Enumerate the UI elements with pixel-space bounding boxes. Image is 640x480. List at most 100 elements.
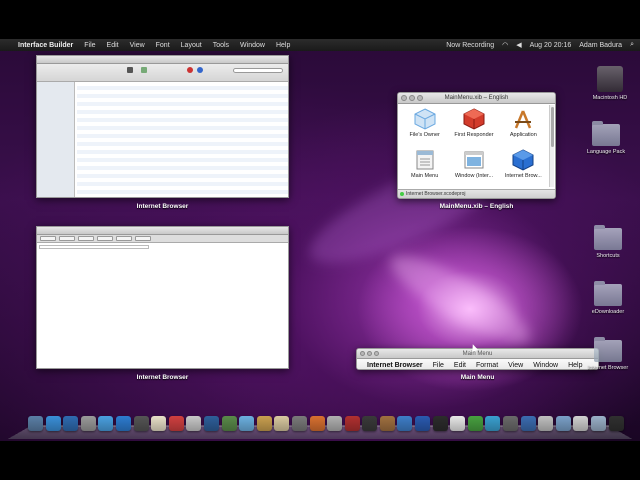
menu-item-app[interactable]: Internet Browser bbox=[367, 362, 423, 369]
folder-icon bbox=[592, 121, 620, 146]
menu-item-format[interactable]: Format bbox=[476, 362, 498, 369]
window-titlebar[interactable] bbox=[37, 227, 288, 235]
xib-object-first-responder[interactable]: First Responder bbox=[449, 105, 498, 146]
recording-status[interactable]: Now Recording bbox=[446, 42, 494, 49]
dock-app-icon[interactable] bbox=[256, 416, 272, 431]
menu-tools[interactable]: Tools bbox=[213, 42, 229, 49]
minimize-button[interactable] bbox=[409, 95, 415, 101]
file-list[interactable] bbox=[77, 82, 288, 197]
close-button[interactable] bbox=[401, 95, 407, 101]
xib-titlebar[interactable]: MainMenu.xib – English bbox=[398, 93, 555, 104]
zoom-button[interactable] bbox=[417, 95, 423, 101]
dock-app-icon[interactable] bbox=[151, 416, 167, 431]
desktop-icon-macintosh-hd[interactable]: Macintosh HD bbox=[584, 66, 636, 101]
groups-sidebar[interactable] bbox=[37, 82, 75, 197]
user-menu[interactable]: Adam Badura bbox=[579, 42, 622, 49]
dock-app-icon[interactable] bbox=[274, 416, 290, 431]
dock-app-icon[interactable] bbox=[379, 416, 395, 431]
menu-item-file[interactable]: File bbox=[433, 362, 444, 369]
menu-item-edit[interactable]: Edit bbox=[454, 362, 466, 369]
dock-app-icon[interactable] bbox=[362, 416, 378, 431]
menu-item-help[interactable]: Help bbox=[568, 362, 582, 369]
toolbar-button[interactable] bbox=[116, 236, 132, 241]
desktop-icon-language-pack[interactable]: Language Pack bbox=[580, 121, 632, 155]
xib-object-main-menu[interactable]: Main Menu bbox=[400, 146, 449, 187]
close-button[interactable] bbox=[360, 351, 365, 356]
dock-app-icon[interactable] bbox=[485, 416, 501, 431]
menu-font[interactable]: Font bbox=[156, 42, 170, 49]
menubar-clock[interactable]: Aug 20 20:16 bbox=[530, 42, 572, 49]
desktop-icon-edownloader[interactable]: eDownloader bbox=[582, 281, 634, 315]
dock-app-icon[interactable] bbox=[415, 416, 431, 431]
spotlight-icon[interactable]: ⌕ bbox=[630, 41, 634, 49]
dock-app-icon[interactable] bbox=[133, 416, 149, 431]
dock-app-icon[interactable] bbox=[538, 416, 554, 431]
dock-app-icon[interactable] bbox=[503, 416, 519, 431]
folder-icon bbox=[594, 337, 622, 362]
menu-item-view[interactable]: View bbox=[508, 362, 523, 369]
url-field[interactable] bbox=[39, 245, 149, 249]
dock-app-icon[interactable] bbox=[221, 416, 237, 431]
xib-scrollbar[interactable] bbox=[549, 105, 554, 187]
main-menu-title: Main Menu bbox=[462, 351, 493, 357]
minimize-button[interactable] bbox=[367, 351, 372, 356]
dock-app-icon[interactable] bbox=[608, 416, 624, 431]
window-toolbar bbox=[37, 64, 288, 82]
expose-window-project[interactable] bbox=[36, 55, 289, 198]
dock-app-icon[interactable] bbox=[591, 416, 606, 431]
app-store-icon bbox=[512, 108, 534, 130]
dock-app-icon[interactable] bbox=[63, 416, 79, 431]
dock-app-icon[interactable] bbox=[573, 416, 589, 431]
xib-document-window[interactable]: MainMenu.xib – English File's Owner Firs… bbox=[397, 92, 556, 199]
dock-app-icon[interactable] bbox=[115, 416, 131, 431]
toolbar-button[interactable] bbox=[59, 236, 75, 241]
window-titlebar[interactable] bbox=[37, 56, 288, 64]
xib-object-application[interactable]: Application bbox=[499, 105, 548, 146]
main-menu-editor-window[interactable]: Main Menu Internet Browser File Edit For… bbox=[356, 348, 599, 370]
toolbar-button[interactable] bbox=[78, 236, 94, 241]
xib-object-window[interactable]: Window (Inter... bbox=[449, 146, 498, 187]
menu-view[interactable]: View bbox=[130, 42, 145, 49]
xib-object-internet-browser[interactable]: Internet Brow... bbox=[499, 146, 548, 187]
dock-app-icon[interactable] bbox=[309, 416, 325, 431]
desktop-icon-shortcuts[interactable]: Shortcuts bbox=[582, 225, 634, 259]
dock-app-icon[interactable] bbox=[450, 416, 466, 431]
toolbar-button[interactable] bbox=[135, 236, 151, 241]
dock-app-icon[interactable] bbox=[45, 416, 61, 431]
menu-help[interactable]: Help bbox=[276, 42, 290, 49]
desktop-icon-internet-browser[interactable]: Internet Browser bbox=[582, 337, 634, 371]
dock-app-icon[interactable] bbox=[98, 416, 114, 431]
dock-app-icon[interactable] bbox=[467, 416, 483, 431]
dock-app-icon[interactable] bbox=[327, 416, 343, 431]
volume-icon[interactable]: ◀ bbox=[516, 41, 521, 49]
zoom-button[interactable] bbox=[374, 351, 379, 356]
dock-app-icon[interactable] bbox=[80, 416, 96, 431]
letterbox-top bbox=[0, 0, 640, 39]
xib-title: MainMenu.xib – English bbox=[444, 95, 509, 101]
menu-item-window[interactable]: Window bbox=[533, 362, 558, 369]
dock-app-icon[interactable] bbox=[168, 416, 184, 431]
main-menu-titlebar[interactable]: Main Menu bbox=[357, 349, 598, 359]
folder-icon bbox=[594, 225, 622, 250]
app-menu[interactable]: Interface Builder bbox=[18, 42, 73, 49]
xib-object-files-owner[interactable]: File's Owner bbox=[400, 105, 449, 146]
wifi-icon[interactable]: ◠ bbox=[502, 41, 508, 49]
menu-layout[interactable]: Layout bbox=[181, 42, 202, 49]
dock-app-icon[interactable] bbox=[344, 416, 360, 431]
dock-app-icon[interactable] bbox=[28, 416, 43, 431]
dock-app-icon[interactable] bbox=[203, 416, 219, 431]
menu-window[interactable]: Window bbox=[240, 42, 265, 49]
dock-app-icon[interactable] bbox=[186, 416, 202, 431]
toolbar-button[interactable] bbox=[40, 236, 56, 241]
dock-app-icon[interactable] bbox=[432, 416, 448, 431]
hard-drive-icon bbox=[597, 66, 623, 92]
toolbar-button[interactable] bbox=[97, 236, 113, 241]
dock-app-icon[interactable] bbox=[520, 416, 536, 431]
dock-app-icon[interactable] bbox=[291, 416, 307, 431]
menu-file[interactable]: File bbox=[84, 42, 95, 49]
dock-app-icon[interactable] bbox=[555, 416, 571, 431]
dock-app-icon[interactable] bbox=[239, 416, 255, 431]
menu-edit[interactable]: Edit bbox=[107, 42, 119, 49]
dock-app-icon[interactable] bbox=[397, 416, 413, 431]
expose-window-browser[interactable] bbox=[36, 226, 289, 369]
